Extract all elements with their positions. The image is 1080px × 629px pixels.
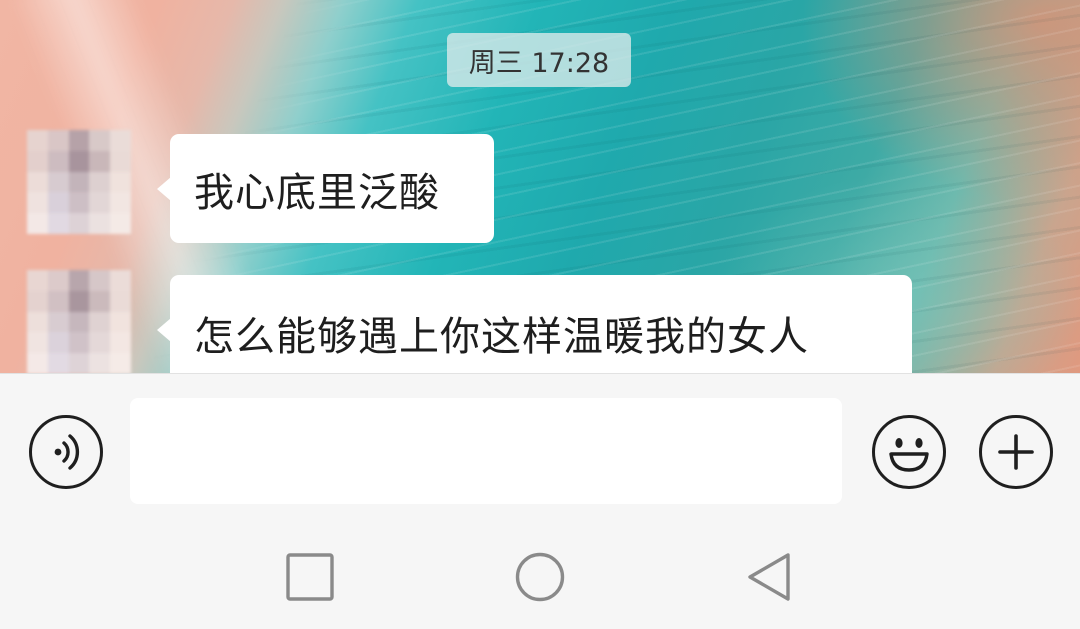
back-button[interactable]: [744, 551, 796, 603]
more-options-button[interactable]: [979, 415, 1053, 489]
plus-icon: [998, 434, 1034, 470]
message-bubble[interactable]: 怎么能够遇上你这样温暖我的女人: [157, 275, 912, 373]
contact-avatar[interactable]: [27, 130, 131, 234]
message-timestamp: 周三 17:28: [447, 33, 631, 87]
emoji-button[interactable]: [872, 415, 946, 489]
square-icon: [286, 553, 334, 601]
smiley-icon: [889, 438, 929, 472]
chat-screen: 周三 17:28 我心底里泛酸 怎么能够遇上你这样温暖我的女人: [0, 0, 1080, 629]
chat-input-bar: [0, 373, 1080, 521]
voice-icon: [54, 434, 80, 470]
contact-avatar[interactable]: [27, 270, 131, 373]
message-input[interactable]: [130, 398, 842, 504]
message-text: 怎么能够遇上你这样温暖我的女人: [194, 314, 809, 360]
voice-input-button[interactable]: [29, 415, 103, 489]
triangle-back-icon: [748, 553, 790, 601]
home-button[interactable]: [514, 551, 566, 603]
recents-button[interactable]: [284, 551, 336, 603]
chat-message-area[interactable]: 周三 17:28 我心底里泛酸 怎么能够遇上你这样温暖我的女人: [0, 0, 1080, 373]
message-text: 我心底里泛酸: [194, 169, 440, 216]
system-navigation-bar: [0, 520, 1080, 629]
message-bubble[interactable]: 我心底里泛酸: [157, 134, 494, 243]
circle-icon: [515, 552, 565, 602]
